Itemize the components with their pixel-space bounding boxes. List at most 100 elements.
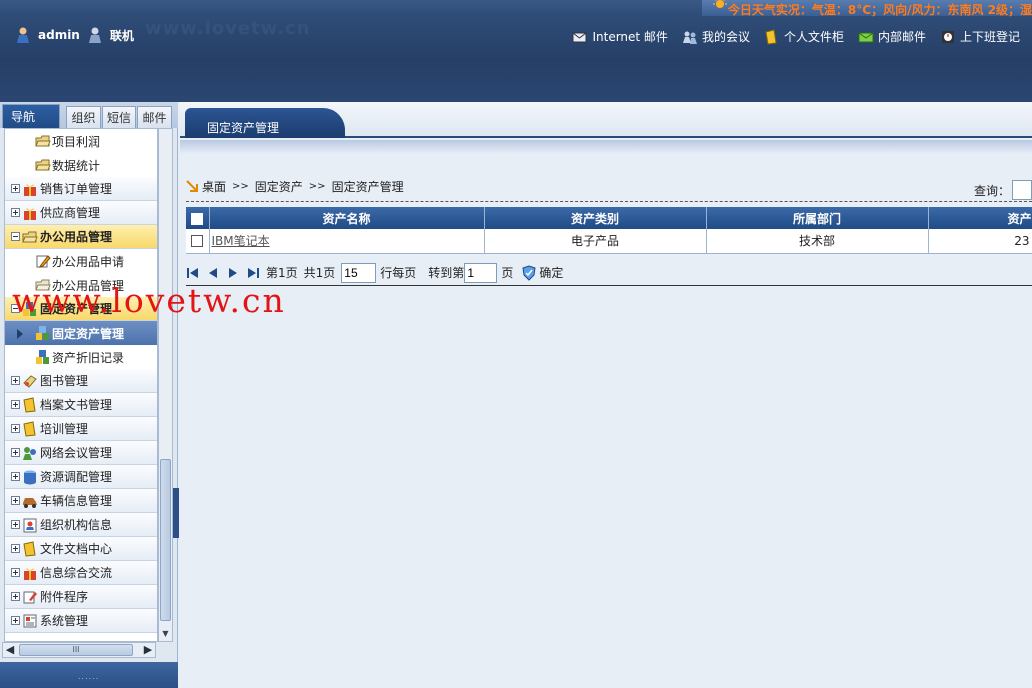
collapse-icon[interactable] xyxy=(11,304,20,313)
expand-icon[interactable] xyxy=(11,496,20,505)
blocks-icon xyxy=(36,326,49,340)
select-all-cell[interactable] xyxy=(186,207,210,229)
folder-open-icon xyxy=(35,279,51,291)
first-page-icon[interactable] xyxy=(186,267,200,279)
row-select-cell[interactable] xyxy=(186,229,210,254)
sidebar-item-training[interactable]: 培训管理 xyxy=(5,417,157,441)
expand-icon[interactable] xyxy=(11,208,20,217)
meeting-icon xyxy=(23,446,36,460)
sidebar-item-fixed-assets-manage[interactable]: 固定资产管理 xyxy=(5,321,157,345)
expand-icon[interactable] xyxy=(11,544,20,553)
breadcrumb-level2: 固定资产管理 xyxy=(331,180,404,194)
column-header-category[interactable]: 资产类别 xyxy=(484,207,707,229)
expand-icon[interactable] xyxy=(11,616,20,625)
sidebar-item-books[interactable]: 图书管理 xyxy=(5,369,157,393)
top-links: Internet 邮件 我的会议 个人文件柜 内部邮件 上下班登记 xyxy=(572,28,1020,45)
sidebar-item-organization[interactable]: 组织机构信息 xyxy=(5,513,157,537)
current-page-text: 第1页 xyxy=(266,266,298,280)
scroll-right-icon[interactable]: ▶ xyxy=(141,643,155,657)
page-size-input[interactable] xyxy=(341,262,377,283)
internal-mail-link[interactable]: 内部邮件 xyxy=(858,28,926,45)
expand-icon[interactable] xyxy=(11,568,20,577)
scroll-thumb[interactable]: III xyxy=(19,644,133,656)
sidebar-collapse-handle[interactable] xyxy=(173,488,179,538)
search-input[interactable] xyxy=(1012,180,1032,200)
sidebar-item-fixed-assets[interactable]: 固定资产管理 xyxy=(5,297,157,321)
sidebar-item-office-supply-request[interactable]: 办公用品申请 xyxy=(5,249,157,273)
tab-mail[interactable]: 邮件 xyxy=(137,106,172,128)
asset-category-cell: 电子产品 xyxy=(484,229,707,254)
column-header-value[interactable]: 资产 xyxy=(928,207,1032,229)
scroll-down-icon[interactable]: ▼ xyxy=(160,628,171,640)
folder-open-icon xyxy=(35,135,51,147)
sidebar-item-info-exchange[interactable]: 信息综合交流 xyxy=(5,561,157,585)
sun-icon xyxy=(713,0,727,8)
tab-sms[interactable]: 短信 xyxy=(102,106,136,128)
expand-icon[interactable] xyxy=(11,520,20,529)
folder-icon xyxy=(23,420,36,437)
edit-doc-icon xyxy=(23,591,37,603)
breadcrumb-level1[interactable]: 固定资产 xyxy=(255,178,303,195)
folder-open-icon xyxy=(22,231,38,242)
sidebar-item-attachments[interactable]: 附件程序 xyxy=(5,585,157,609)
select-all-checkbox[interactable] xyxy=(191,212,204,225)
confirm-button[interactable]: 确定 xyxy=(521,264,563,281)
tab-nav[interactable]: 导航 xyxy=(2,104,60,128)
main-tab-bar: 固定资产管理 xyxy=(180,102,1032,138)
page-unit-label: 页 xyxy=(501,266,514,280)
blocks-icon xyxy=(23,301,36,316)
sidebar-item-office-supply-manage[interactable]: 办公用品管理 xyxy=(5,273,157,297)
current-indicator-icon xyxy=(17,329,23,339)
page-title: 固定资产管理 xyxy=(207,121,280,135)
personal-cabinet-link[interactable]: 个人文件柜 xyxy=(764,28,844,45)
blocks-icon xyxy=(36,350,49,364)
next-page-icon[interactable] xyxy=(226,267,240,279)
column-header-name[interactable]: 资产名称 xyxy=(209,207,485,229)
tab-org[interactable]: 组织 xyxy=(66,106,101,128)
sidebar-item-archives[interactable]: 档案文书管理 xyxy=(5,393,157,417)
sidebar-item-data-statistics[interactable]: 数据统计 xyxy=(5,153,157,177)
scroll-thumb[interactable] xyxy=(160,459,171,621)
breadcrumb-home[interactable]: 桌面 xyxy=(202,178,226,195)
asset-department-cell: 技术部 xyxy=(706,229,929,254)
sidebar-vertical-scrollbar[interactable]: ▼ xyxy=(158,128,173,642)
goto-page-input[interactable] xyxy=(464,262,498,283)
internet-mail-link[interactable]: Internet 邮件 xyxy=(572,28,668,45)
asset-name-link[interactable]: IBM笔记本 xyxy=(212,234,270,248)
expand-icon[interactable] xyxy=(11,592,20,601)
table-row: IBM笔记本 电子产品 技术部 23 xyxy=(186,229,1032,254)
folder-icon xyxy=(765,28,777,45)
folder-open-icon xyxy=(35,159,51,171)
expand-icon[interactable] xyxy=(11,400,20,409)
user-area: admin 联机 xyxy=(14,26,134,44)
attendance-link[interactable]: 上下班登记 xyxy=(940,28,1020,45)
sidebar-item-project-profit[interactable]: 项目利润 xyxy=(5,129,157,153)
expand-icon[interactable] xyxy=(11,376,20,385)
scroll-left-icon[interactable]: ◀ xyxy=(3,643,17,657)
sidebar-item-web-meeting[interactable]: 网络会议管理 xyxy=(5,441,157,465)
sidebar-item-depreciation-records[interactable]: 资产折旧记录 xyxy=(5,345,157,369)
sidebar-item-documents[interactable]: 文件文档中心 xyxy=(5,537,157,561)
pagination: 第1页 共1页 行每页 转到第 页 确定 xyxy=(186,260,1032,286)
sidebar-item-system[interactable]: 系统管理 xyxy=(5,609,157,633)
prev-page-icon[interactable] xyxy=(206,267,220,279)
gift-icon xyxy=(24,184,36,196)
expand-icon[interactable] xyxy=(11,448,20,457)
column-header-department[interactable]: 所属部门 xyxy=(706,207,929,229)
expand-icon[interactable] xyxy=(11,424,20,433)
sidebar-item-sales-orders[interactable]: 销售订单管理 xyxy=(5,177,157,201)
sidebar-item-office-supplies[interactable]: 办公用品管理 xyxy=(5,225,157,249)
search-label: 查询： xyxy=(973,183,1010,198)
sidebar-horizontal-scrollbar[interactable]: ◀ III ▶ xyxy=(2,642,156,658)
collapse-icon[interactable] xyxy=(11,232,20,241)
sidebar-item-suppliers[interactable]: 供应商管理 xyxy=(5,201,157,225)
my-meeting-link[interactable]: 我的会议 xyxy=(682,28,750,45)
main-content: 固定资产管理 桌面 >> 固定资产 >> 固定资产管理 查询： 资产名称 资产类… xyxy=(180,102,1032,688)
expand-icon[interactable] xyxy=(11,184,20,193)
search-area: 查询： xyxy=(974,180,1032,200)
sidebar-item-resource-allocation[interactable]: 资源调配管理 xyxy=(5,465,157,489)
last-page-icon[interactable] xyxy=(246,267,260,279)
sidebar-item-vehicles[interactable]: 车辆信息管理 xyxy=(5,489,157,513)
expand-icon[interactable] xyxy=(11,472,20,481)
row-checkbox[interactable] xyxy=(191,235,204,248)
